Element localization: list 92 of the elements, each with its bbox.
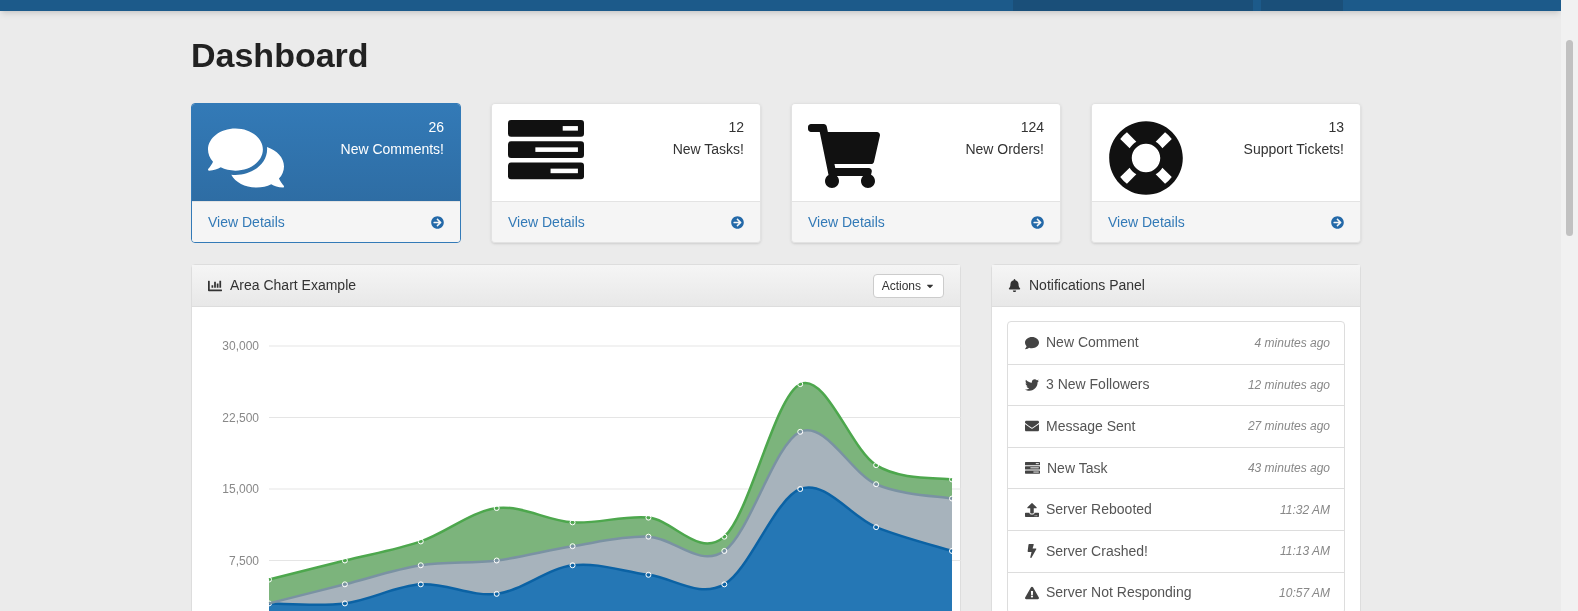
bar-chart-icon [208, 278, 222, 293]
notification-time: 10:57 AM [1279, 584, 1330, 602]
axis-label: 22,500 [222, 410, 259, 425]
task-bars-icon [508, 120, 584, 181]
notification-text: Server Not Responding [1046, 583, 1192, 603]
data-point [266, 600, 272, 607]
data-point [569, 519, 576, 526]
notification-text: New Comment [1046, 333, 1139, 353]
stat-card[interactable]: 13 Support Tickets! View Details [1091, 103, 1361, 243]
stat-label: New Tasks! [672, 140, 744, 159]
notification-text: Message Sent [1046, 417, 1136, 436]
data-point [797, 381, 804, 388]
panel-title: Notifications Panel [1029, 276, 1145, 295]
data-point [341, 557, 348, 564]
arrow-right-icon [1331, 215, 1344, 229]
data-point [645, 533, 652, 540]
arrow-right-icon [431, 215, 444, 229]
stat-count: 13 [1328, 118, 1344, 137]
life-ring-icon [1108, 120, 1184, 196]
page-title: Dashboard [191, 35, 370, 75]
view-details-link[interactable]: View Details [492, 201, 760, 242]
data-point [721, 533, 728, 540]
data-point [493, 505, 500, 512]
data-point [341, 600, 348, 607]
view-details-link[interactable]: View Details [192, 201, 460, 242]
notification-text: Server Crashed! [1046, 541, 1148, 561]
data-point [645, 571, 652, 578]
data-point [949, 476, 955, 483]
bird-icon [1025, 377, 1039, 392]
arrow-right-icon [1031, 215, 1044, 229]
notification-time: 27 minutes ago [1247, 418, 1330, 436]
notification-item[interactable]: Server Not Responding 10:57 AM [1008, 571, 1344, 611]
data-point [493, 557, 500, 564]
nav-item[interactable] [1261, 0, 1343, 11]
notification-text: Server Rebooted [1046, 500, 1152, 520]
stat-label: New Orders! [965, 140, 1044, 159]
notification-time: 11:32 AM [1279, 501, 1330, 519]
axis-label: 30,000 [222, 339, 259, 353]
notification-time: 4 minutes ago [1254, 334, 1330, 352]
data-point [721, 547, 728, 554]
data-point [417, 562, 424, 569]
data-point [417, 538, 424, 545]
data-point [493, 590, 500, 597]
notification-text: New Task [1047, 458, 1108, 478]
notification-time: 11:13 AM [1279, 543, 1330, 561]
data-point [569, 562, 576, 569]
axis-label: 15,000 [222, 482, 259, 496]
stat-card[interactable]: 124 New Orders! View Details [791, 103, 1061, 243]
axis-label: 7,500 [228, 553, 259, 568]
stat-card[interactable]: 12 New Tasks! View Details [491, 103, 761, 243]
arrow-right-icon [731, 215, 744, 229]
comment-icon [1025, 335, 1039, 350]
data-point [721, 581, 728, 588]
panel-title: Area Chart Example [230, 276, 357, 295]
scrollbar[interactable] [1561, 0, 1578, 611]
notification-item[interactable]: New Comment 4 minutes ago [1008, 322, 1344, 364]
envelope-icon [1025, 419, 1039, 434]
upload-icon [1025, 502, 1039, 517]
data-point [797, 486, 804, 492]
notification-time: 43 minutes ago [1247, 460, 1330, 478]
stat-card[interactable]: 26 New Comments! View Details [191, 103, 461, 243]
data-point [873, 481, 880, 488]
notification-time: 12 minutes ago [1247, 376, 1330, 394]
actions-dropdown[interactable]: Actions [872, 273, 944, 298]
stat-count: 26 [428, 118, 444, 137]
stat-count: 12 [728, 118, 744, 137]
task-bars-icon [1025, 462, 1040, 475]
data-point [873, 462, 880, 469]
data-point [266, 576, 272, 583]
data-point [569, 543, 576, 550]
notification-text: 3 New Followers [1046, 375, 1150, 395]
data-point [417, 581, 424, 588]
notification-item[interactable]: 3 New Followers 12 minutes ago [1008, 363, 1344, 406]
view-details-link[interactable]: View Details [792, 201, 1060, 242]
bolt-icon [1025, 544, 1039, 559]
data-point [797, 428, 804, 435]
stat-label: Support Tickets! [1243, 140, 1344, 159]
nav-item[interactable] [1013, 0, 1253, 11]
data-point [949, 495, 955, 502]
data-point [873, 524, 880, 531]
notification-item[interactable]: New Task 43 minutes ago [1008, 446, 1344, 489]
warning-icon [1025, 585, 1039, 600]
stat-label: New Comments! [340, 140, 444, 159]
notification-item[interactable]: Server Rebooted 11:32 AM [1008, 488, 1344, 530]
notification-item[interactable]: Message Sent 27 minutes ago [1008, 405, 1344, 447]
stat-count: 124 [1020, 118, 1044, 137]
data-point [645, 514, 652, 521]
bell-icon [1008, 279, 1021, 292]
data-point [341, 581, 348, 588]
data-point [949, 547, 955, 554]
view-details-link[interactable]: View Details [1092, 201, 1360, 242]
notification-item[interactable]: Server Crashed! 11:13 AM [1008, 529, 1344, 572]
